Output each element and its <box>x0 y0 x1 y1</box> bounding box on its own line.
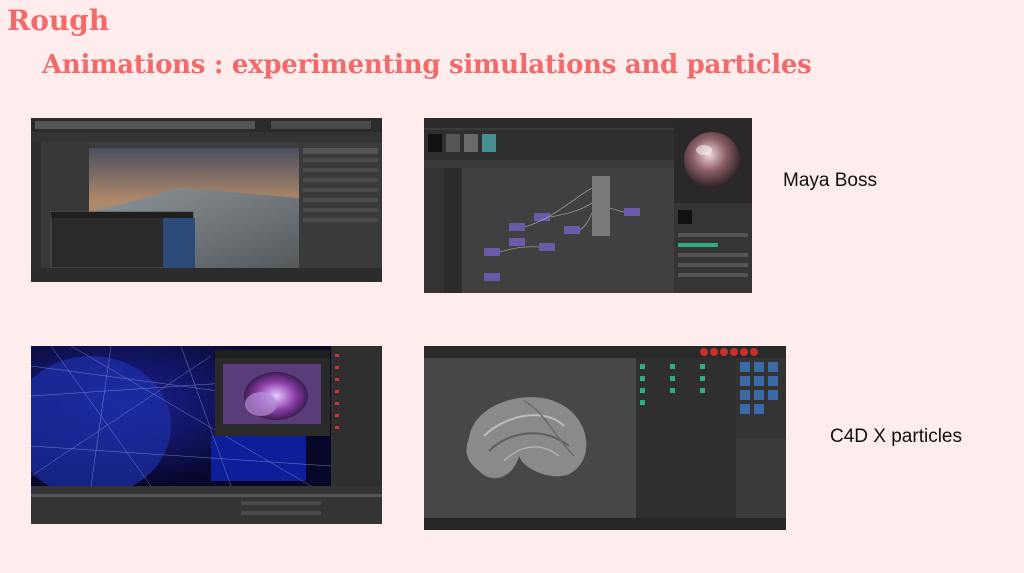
particles-viewport-screenshot <box>31 346 382 524</box>
maya-simulation-screenshot <box>31 118 382 282</box>
c4d-caption: C4D X particles <box>830 426 962 447</box>
maya-caption: Maya Boss <box>783 170 877 191</box>
slide-title: Rough <box>7 4 110 37</box>
maya-node-editor-screenshot <box>424 118 752 293</box>
slide-subtitle: Animations : experimenting simulations a… <box>42 50 812 80</box>
c4d-xparticles-screenshot <box>424 346 786 530</box>
